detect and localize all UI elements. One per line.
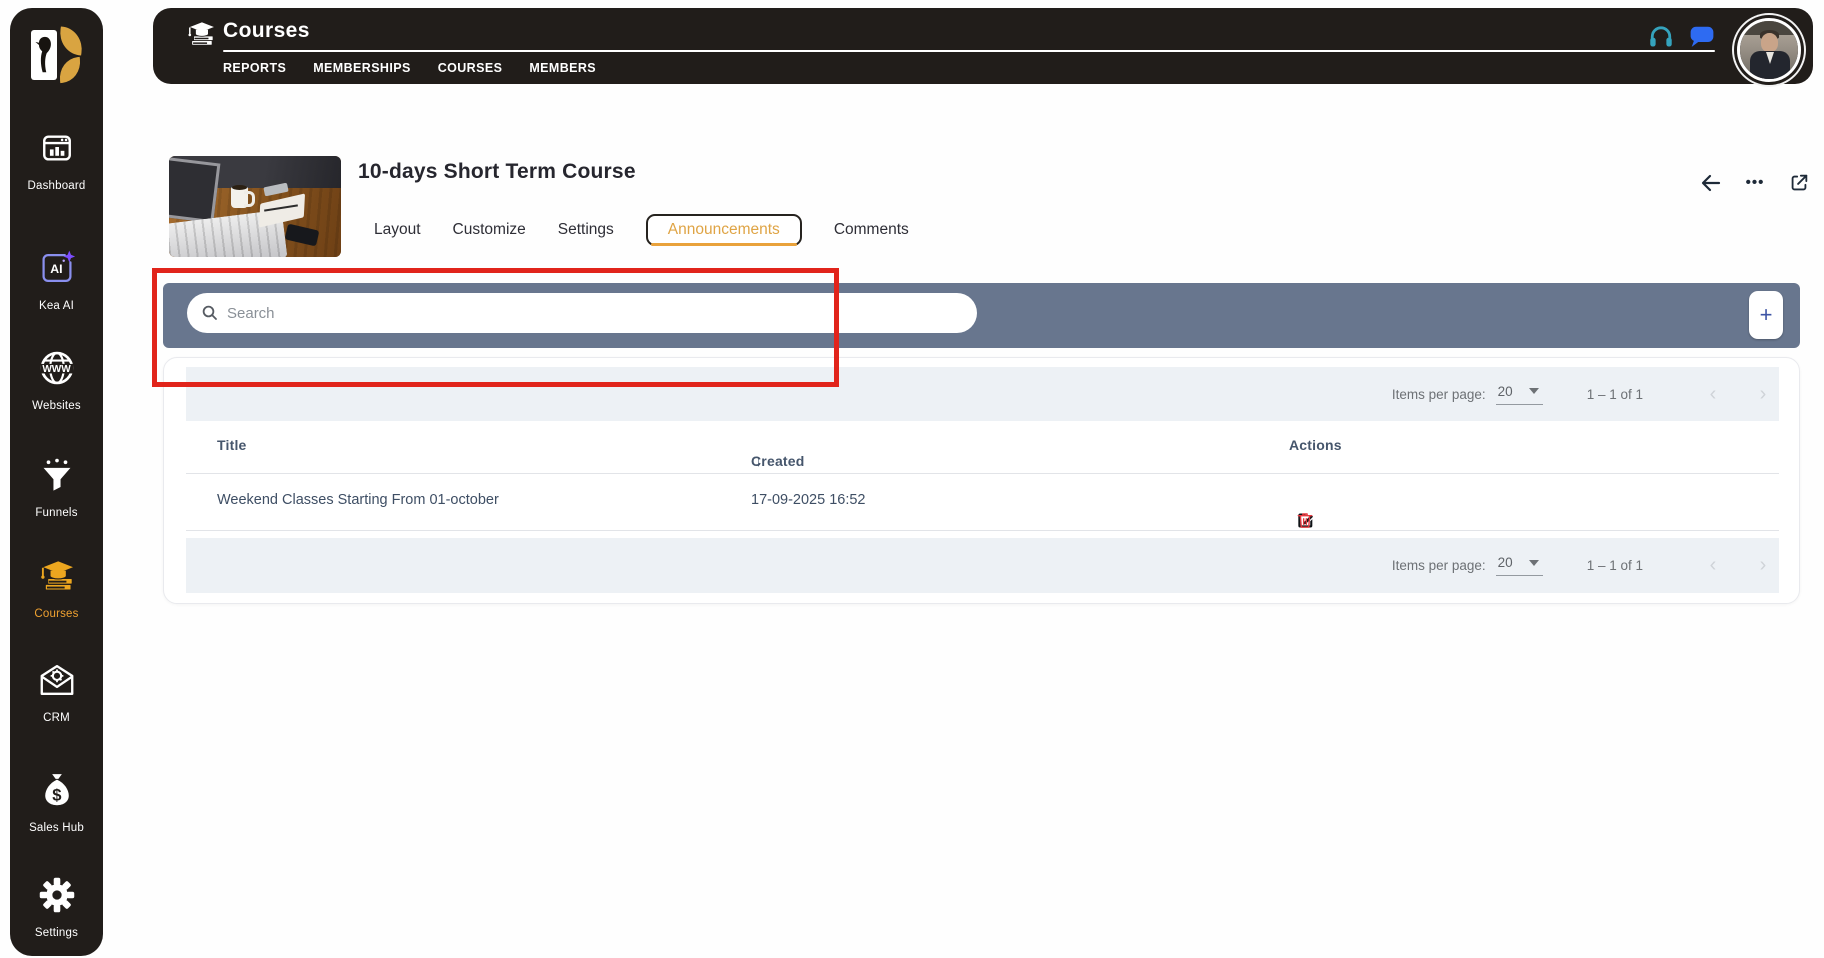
announcements-toolbar: + — [163, 283, 1800, 348]
app-root: Dashboard AI Kea AI WWW Websites Funnels… — [0, 0, 1824, 958]
search-box — [187, 293, 977, 333]
course-thumbnail — [169, 156, 341, 257]
sidebar-item-label: Funnels — [35, 507, 78, 519]
items-per-page-value: 20 — [1497, 383, 1513, 399]
table-header-row: Title Created ↓ Actions — [217, 437, 1342, 469]
funnels-icon — [37, 455, 77, 495]
delete-trash-icon[interactable] — [1294, 509, 1316, 531]
next-page-button[interactable]: › — [1751, 554, 1775, 577]
column-header-actions: Actions — [1289, 437, 1342, 453]
nav-item-memberships[interactable]: MEMBERSHIPS — [313, 61, 410, 75]
chat-bubble-icon[interactable] — [1689, 23, 1715, 49]
courses-header-icon — [185, 20, 217, 48]
tab-announcements[interactable]: Announcements — [645, 214, 802, 246]
chevron-down-icon — [1528, 559, 1539, 566]
divider — [186, 530, 1779, 531]
sidebar: Dashboard AI Kea AI WWW Websites Funnels… — [10, 8, 103, 956]
sidebar-item-label: Sales Hub — [29, 822, 84, 834]
open-in-new-icon[interactable] — [1786, 170, 1812, 196]
announcement-title-cell[interactable]: Weekend Classes Starting From 01-october — [217, 492, 499, 508]
tab-settings[interactable]: Settings — [558, 215, 614, 245]
announcements-table-card: Items per page: 20 1 – 1 of 1 ‹ › Title … — [163, 357, 1800, 604]
chevron-down-icon — [1528, 388, 1539, 394]
sidebar-item-dashboard[interactable]: Dashboard — [10, 128, 103, 192]
items-per-page-select[interactable]: 20 — [1495, 555, 1543, 576]
page-title: Courses — [223, 19, 310, 42]
kea-bird-logo-icon — [29, 26, 85, 84]
pagination-bar-bottom: Items per page: 20 1 – 1 of 1 ‹ › — [186, 538, 1779, 593]
tab-customize[interactable]: Customize — [453, 215, 526, 245]
table-row: Weekend Classes Starting From 01-october… — [164, 473, 1799, 530]
title-underline — [223, 50, 1715, 52]
sort-descending-icon: ↓ — [755, 453, 763, 469]
sidebar-item-label: Settings — [34, 927, 79, 939]
items-per-page-value: 20 — [1497, 555, 1513, 570]
svg-text:AI: AI — [50, 262, 62, 276]
back-arrow-icon[interactable] — [1698, 170, 1724, 196]
sidebar-item-sales-hub[interactable]: $ Sales Hub — [10, 770, 103, 834]
sales-hub-icon: $ — [37, 770, 77, 810]
bird-icon — [34, 36, 51, 73]
pagination-range: 1 – 1 of 1 — [1586, 386, 1643, 402]
leaf-icon — [56, 26, 85, 56]
sidebar-item-websites[interactable]: WWW Websites — [10, 348, 103, 412]
nav-item-courses[interactable]: COURSES — [438, 61, 503, 75]
column-header-title[interactable]: Title — [217, 437, 247, 453]
sidebar-item-funnels[interactable]: Funnels — [10, 455, 103, 519]
pagination-bar-top: Items per page: 20 1 – 1 of 1 ‹ › — [186, 367, 1779, 421]
course-title: 10-days Short Term Course — [358, 160, 636, 183]
course-tabs: Layout Customize Settings Announcements … — [374, 214, 909, 246]
websites-icon: WWW — [37, 348, 77, 388]
sidebar-item-courses[interactable]: Courses — [10, 556, 103, 620]
sidebar-item-label: CRM — [43, 712, 70, 724]
pagination-range: 1 – 1 of 1 — [1586, 558, 1643, 573]
leaf-icon — [57, 56, 82, 84]
nav-item-reports[interactable]: REPORTS — [223, 61, 286, 75]
sidebar-item-label: Dashboard — [27, 180, 86, 192]
announcement-created-cell: 17-09-2025 16:52 — [751, 492, 866, 508]
tab-comments[interactable]: Comments — [834, 215, 909, 245]
sidebar-item-label: Websites — [32, 400, 81, 412]
previous-page-button[interactable]: ‹ — [1701, 554, 1725, 577]
items-per-page-label: Items per page: — [1391, 558, 1486, 573]
crm-icon — [37, 660, 77, 700]
header-nav: REPORTS MEMBERSHIPS COURSES MEMBERS — [223, 61, 596, 75]
sidebar-item-label: Courses — [34, 608, 79, 620]
nav-item-members[interactable]: MEMBERS — [529, 61, 596, 75]
items-per-page-select[interactable]: 20 — [1495, 383, 1543, 405]
search-input[interactable] — [227, 304, 963, 322]
tab-layout[interactable]: Layout — [374, 215, 421, 245]
user-avatar[interactable] — [1737, 18, 1801, 82]
app-logo[interactable] — [10, 26, 103, 88]
sidebar-item-label: Kea AI — [38, 300, 75, 312]
previous-page-button[interactable]: ‹ — [1701, 383, 1725, 406]
sidebar-item-settings[interactable]: Settings — [10, 875, 103, 939]
sidebar-item-crm[interactable]: CRM — [10, 660, 103, 724]
svg-text:WWW: WWW — [42, 364, 71, 375]
search-icon — [201, 304, 219, 322]
settings-gear-icon — [37, 875, 77, 915]
kea-ai-icon: AI — [37, 248, 77, 288]
sidebar-item-kea-ai[interactable]: AI Kea AI — [10, 248, 103, 312]
support-headset-icon[interactable] — [1647, 22, 1675, 50]
top-header: Courses REPORTS MEMBERSHIPS COURSES MEMB… — [153, 8, 1813, 84]
svg-text:$: $ — [52, 785, 61, 804]
courses-icon — [37, 556, 77, 596]
dashboard-icon — [37, 128, 77, 168]
more-options-icon[interactable]: ••• — [1742, 170, 1768, 196]
next-page-button[interactable]: › — [1751, 383, 1775, 406]
page-action-buttons: ••• — [1698, 170, 1812, 196]
add-announcement-button[interactable]: + — [1749, 291, 1783, 339]
items-per-page-label: Items per page: — [1391, 386, 1486, 402]
